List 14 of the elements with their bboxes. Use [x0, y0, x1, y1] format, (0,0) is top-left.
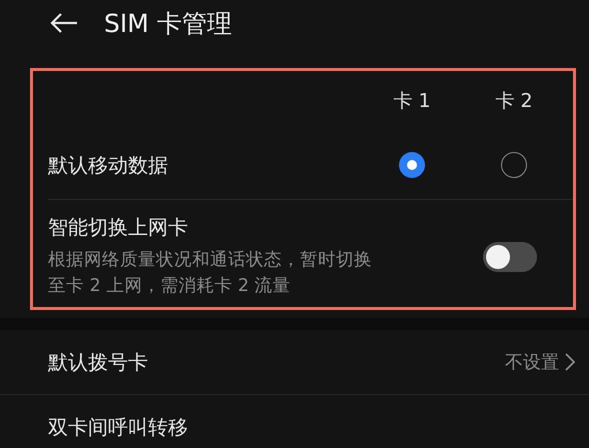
toggle-switch[interactable] — [483, 242, 537, 272]
setting-label: 智能切换上网卡 — [48, 214, 189, 241]
setting-label: 双卡间呼叫转移 — [48, 414, 188, 440]
back-icon[interactable] — [50, 12, 78, 34]
setting-label: 默认拨号卡 — [48, 348, 148, 376]
setting-description: 根据网络质量状况和通话状态，暂时切换 至卡 2 上网，需消耗卡 2 流量 — [48, 249, 372, 298]
radio-button[interactable] — [501, 152, 527, 178]
column-heading: 卡 1 — [393, 89, 431, 114]
page-title: SIM 卡管理 — [104, 8, 232, 40]
setting-value: 不设置 — [505, 351, 559, 374]
setting-label: 默认移动数据 — [48, 152, 169, 178]
column-heading: 卡 2 — [495, 89, 533, 114]
radio-button[interactable] — [399, 152, 425, 178]
chevron-icon — [565, 353, 575, 371]
